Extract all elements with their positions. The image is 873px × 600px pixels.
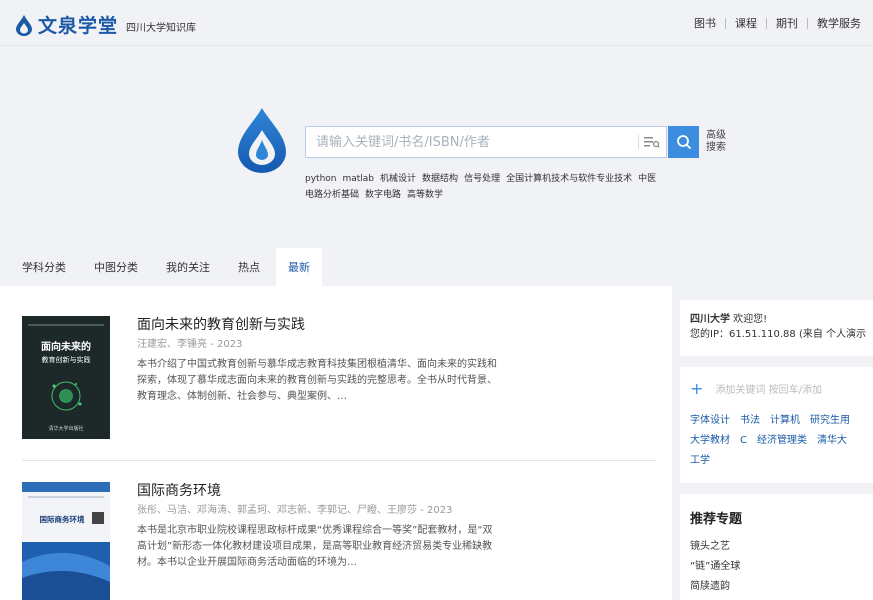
advanced-search-link[interactable]: 高级搜索 <box>706 130 730 154</box>
logo-text: 文泉学堂 <box>38 15 119 37</box>
book-cover-art: 国际商务环境 <box>22 482 110 600</box>
hero-logo-icon <box>238 108 286 173</box>
followed-tags: 字体设计 书法 计算机 研究生用 大学教材 C 经济管理类 清华大 工学 <box>690 411 873 471</box>
followed-tag[interactable]: 计算机 <box>770 415 800 426</box>
tab-hot[interactable]: 热点 <box>226 248 272 286</box>
book-cover[interactable]: 国际商务环境 <box>22 482 110 600</box>
top-header: 文泉学堂 四川大学知识库 图书 课程 期刊 教学服务 <box>0 0 873 46</box>
category-tabs: 学科分类 中图分类 我的关注 热点 最新 <box>0 248 326 286</box>
tab-clc-category[interactable]: 中图分类 <box>82 248 150 286</box>
hot-word[interactable]: 信号处理 <box>464 174 500 184</box>
followed-tag[interactable]: 工学 <box>690 455 710 466</box>
nav-teaching-service[interactable]: 教学服务 <box>817 15 861 31</box>
user-ip: 您的IP：61.51.110.88 (来自 个人演示 <box>690 329 867 340</box>
book-title[interactable]: 面向未来的教育创新与实践 <box>137 316 497 334</box>
hot-search-words: python matlab 机械设计 数据结构 信号处理 全国计算机技术与软件专业技术 中医… <box>305 171 670 203</box>
hot-word[interactable]: 数字电路 <box>365 190 401 200</box>
cover-title-line1: 面向未来的 <box>41 340 91 353</box>
book-item[interactable]: 面向未来的 教育创新与实践 清华大学出版社 面向未来的教育创新与实践 汪建宏、李… <box>22 316 662 446</box>
add-keyword-field[interactable]: + 添加关键词 按回车/添加 <box>690 380 822 396</box>
add-keyword-placeholder: 添加关键词 按回车/添加 <box>715 385 822 396</box>
logo-drop-icon <box>16 14 32 36</box>
institution-name: 四川大学 <box>690 314 730 325</box>
followed-tag[interactable]: 经济管理类 <box>757 435 807 446</box>
hot-word[interactable]: 电路分析基础 <box>305 190 359 200</box>
user-welcome-card: 四川大学 欢迎您! 您的IP：61.51.110.88 (来自 个人演示 <box>680 300 873 356</box>
topic-item[interactable]: 简牍遗韵 <box>690 577 873 597</box>
followed-tag[interactable]: 字体设计 <box>690 415 730 426</box>
hot-word[interactable]: python <box>305 174 336 184</box>
plus-icon[interactable]: + <box>690 380 703 396</box>
topics-heading: 推荐专题 <box>690 512 743 527</box>
search-divider <box>638 135 639 149</box>
book-authors: 张彤、马洁、邓海涛、郭孟珂、邓志新、李郭记、尸瞪、王廖莎 - 2023 <box>137 505 453 516</box>
hot-word[interactable]: matlab <box>342 174 374 184</box>
hot-word[interactable]: 数据结构 <box>422 174 458 184</box>
list-divider <box>22 460 656 461</box>
topic-item[interactable]: 镜头之艺 <box>690 537 873 557</box>
nav-books[interactable]: 图书 <box>694 15 716 31</box>
followed-tag[interactable]: 清华大 <box>817 435 847 446</box>
follow-keywords-card: + 添加关键词 按回车/添加 字体设计 书法 计算机 研究生用 大学教材 C 经济管理类清… <box>680 367 873 483</box>
book-cover[interactable]: 面向未来的 教育创新与实践 清华大学出版社 <box>22 316 110 439</box>
followed-tag[interactable]: 大学教材 <box>690 435 730 446</box>
cover-title-line2: 教育创新与实践 <box>42 355 91 364</box>
scan-isbn-icon[interactable] <box>644 136 660 148</box>
hot-word[interactable]: 高等数学 <box>407 190 443 200</box>
book-description: 本书介绍了中国式教育创新与慕华成志教育科技集团根植清华、面向未来的实践和探索，体… <box>137 359 497 402</box>
tab-subject-category[interactable]: 学科分类 <box>0 248 78 286</box>
followed-tag[interactable]: 书法 <box>740 415 760 426</box>
search-icon <box>676 135 691 150</box>
welcome-line: 四川大学 欢迎您! <box>690 312 873 327</box>
book-info: 面向未来的教育创新与实践 汪建宏、李锤亮 - 2023 本书介绍了中国式教育创新… <box>137 316 497 405</box>
book-authors: 汪建宏、李锤亮 - 2023 <box>137 339 243 350</box>
tab-latest[interactable]: 最新 <box>276 248 322 286</box>
book-title[interactable]: 国际商务环境 <box>137 482 497 500</box>
hot-word[interactable]: 全国计算机技术与软件专业技术 <box>506 174 632 184</box>
nav-journals[interactable]: 期刊 <box>776 15 798 31</box>
logo-subtitle: 四川大学知识库 <box>126 23 197 34</box>
book-list-panel: 面向未来的 教育创新与实践 清华大学出版社 面向未来的教育创新与实践 汪建宏、李… <box>0 286 672 600</box>
hot-word[interactable]: 中医 <box>638 174 656 184</box>
nav-separator <box>766 17 767 29</box>
book-cover-art: 面向未来的 教育创新与实践 清华大学出版社 <box>22 316 110 439</box>
search-box <box>305 126 667 158</box>
book-item[interactable]: 国际商务环境 国际商务环境 张彤、马洁、邓海涛、郭孟珂、邓志新、李郭记、尸瞪、王… <box>22 482 662 600</box>
top-nav: 图书 课程 期刊 教学服务 <box>694 15 861 31</box>
book-info: 国际商务环境 张彤、马洁、邓海涛、郭孟珂、邓志新、李郭记、尸瞪、王廖莎 - 20… <box>137 482 497 571</box>
book-description: 本书是北京市职业院校课程思政标杆成果“优秀课程综合一等奖”配套教材，是“双高计划… <box>137 525 493 568</box>
cover-title: 国际商务环境 <box>40 514 85 524</box>
site-logo[interactable]: 文泉学堂 四川大学知识库 <box>14 11 196 38</box>
hot-word[interactable]: 机械设计 <box>380 174 416 184</box>
welcome-text: 欢迎您! <box>730 314 768 325</box>
nav-separator <box>725 17 726 29</box>
topic-item[interactable]: “链”通全球 <box>690 557 873 577</box>
followed-tag[interactable]: 研究生用 <box>810 415 850 426</box>
search-input[interactable] <box>306 127 636 157</box>
nav-courses[interactable]: 课程 <box>735 15 757 31</box>
recommended-topics-card: 推荐专题 镜头之艺 “链”通全球 简牍遗韵 <box>680 494 873 600</box>
nav-separator <box>807 17 808 29</box>
search-button[interactable] <box>668 126 699 158</box>
followed-tag[interactable]: C <box>740 435 747 446</box>
cover-publisher: 清华大学出版社 <box>48 425 83 432</box>
tab-my-follows[interactable]: 我的关注 <box>154 248 222 286</box>
